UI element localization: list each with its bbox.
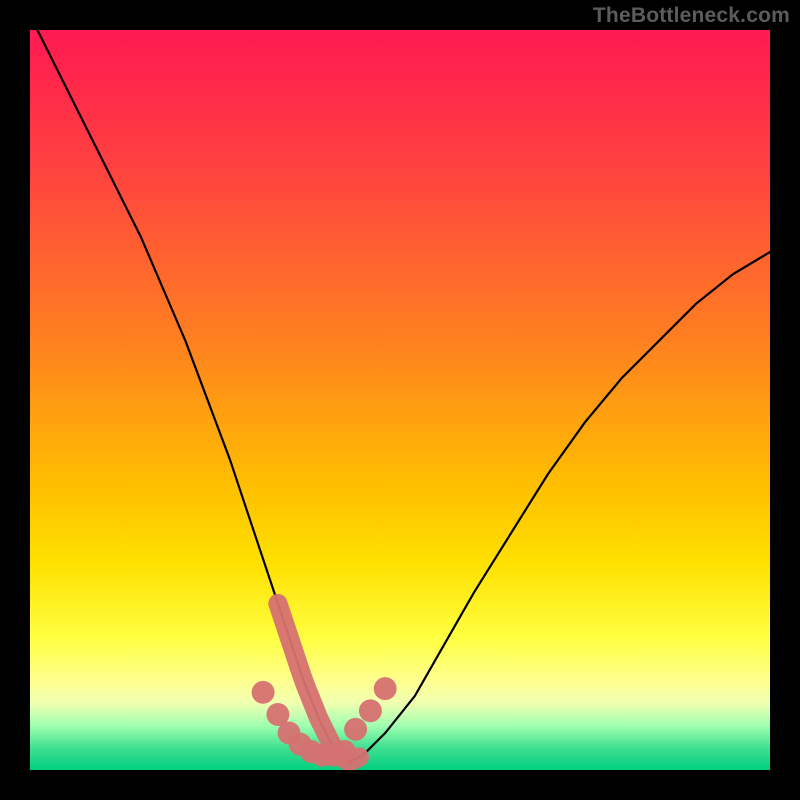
highlight-dot xyxy=(344,718,367,741)
watermark-text: TheBottleneck.com xyxy=(593,4,790,28)
highlight-dot xyxy=(333,740,356,763)
highlight-dot xyxy=(359,699,382,722)
chart-plot-area xyxy=(30,30,770,770)
chart-svg xyxy=(30,30,770,770)
highlight-dot xyxy=(374,677,397,700)
bottleneck-curve xyxy=(30,30,770,763)
highlight-dot xyxy=(252,681,275,704)
